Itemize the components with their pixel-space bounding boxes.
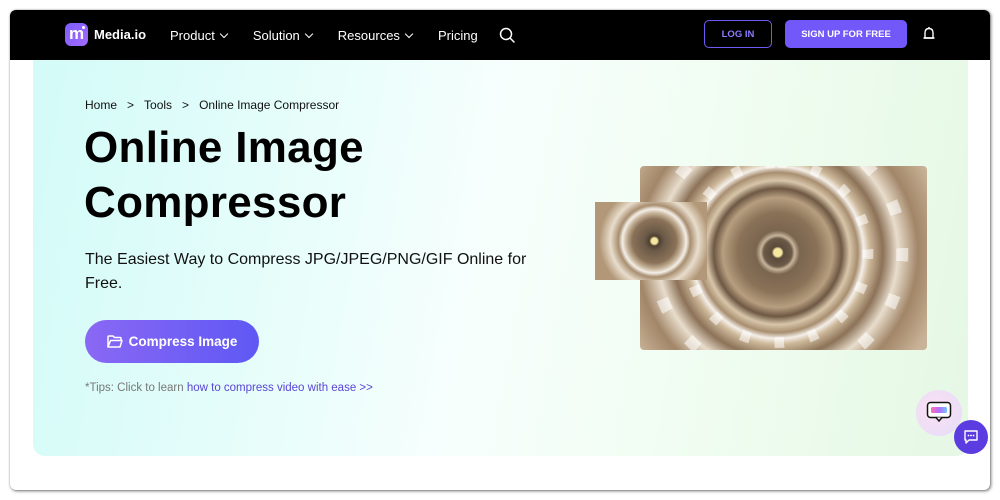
tips-prefix: *Tips: Click to learn	[85, 382, 187, 394]
chat-bubble-icon	[964, 430, 978, 444]
breadcrumb-separator: >	[182, 98, 190, 112]
breadcrumb-home[interactable]: Home	[85, 98, 117, 112]
breadcrumb-current: Online Image Compressor	[199, 98, 340, 112]
chat-support-button[interactable]	[954, 420, 988, 454]
search-icon[interactable]	[499, 27, 515, 43]
browser-page: m Media.io Product Solution Resources Pr…	[10, 10, 990, 490]
bell-icon[interactable]	[922, 26, 936, 42]
compress-image-label: Compress Image	[128, 334, 238, 349]
logo-icon: m	[65, 23, 88, 46]
nav-item-resources[interactable]: Resources	[337, 27, 414, 43]
nav-item-solution[interactable]: Solution	[252, 27, 314, 43]
nav-links: Product Solution Resources Pricing	[170, 10, 504, 60]
login-button[interactable]: LOG IN	[704, 20, 772, 48]
tips-link[interactable]: how to compress video with ease >>	[187, 382, 373, 394]
nav-item-label: Pricing	[437, 27, 478, 43]
logo-text: Media.io	[94, 27, 147, 42]
nav-item-label: Product	[170, 27, 215, 43]
page-subtitle: The Easiest Way to Compress JPG/JPEG/PNG…	[85, 251, 527, 292]
chevron-down-icon	[404, 29, 414, 38]
chevron-down-icon	[304, 29, 314, 38]
tips-text: *Tips: Click to learn how to compress vi…	[85, 382, 373, 394]
folder-open-icon	[106, 335, 123, 348]
nav-item-label: Solution	[252, 27, 300, 43]
breadcrumb-tools[interactable]: Tools	[144, 98, 172, 112]
nav-item-pricing[interactable]: Pricing	[438, 28, 478, 43]
nav-item-label: Resources	[337, 27, 400, 43]
chevron-down-icon	[219, 29, 229, 38]
nav-item-product[interactable]: Product	[170, 27, 229, 43]
signup-button[interactable]: SIGN UP FOR FREE	[785, 20, 907, 48]
top-navigation: m Media.io Product Solution Resources Pr…	[10, 10, 990, 60]
page-title: Online Image Compressor	[84, 123, 364, 227]
breadcrumb-separator: >	[127, 98, 135, 112]
hero-section: Home > Tools > Online Image Compressor O…	[33, 60, 968, 456]
ai-chat-icon	[926, 401, 952, 423]
breadcrumb: Home > Tools > Online Image Compressor	[85, 98, 339, 112]
compress-image-button[interactable]: Compress Image	[85, 320, 259, 363]
logo[interactable]: m Media.io	[65, 23, 146, 46]
compressed-image-small	[595, 202, 707, 280]
